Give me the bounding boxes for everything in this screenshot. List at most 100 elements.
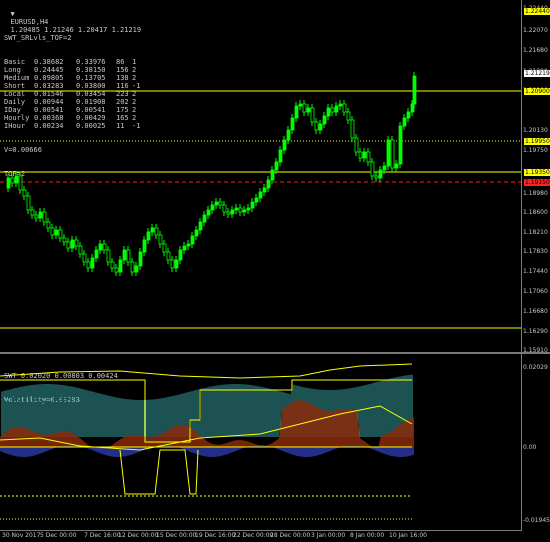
candle-body[interactable] — [214, 201, 219, 206]
candle-body[interactable] — [286, 129, 291, 141]
candle-body[interactable] — [266, 179, 271, 189]
candle-body[interactable] — [412, 75, 417, 105]
candle-body[interactable] — [78, 245, 83, 255]
candle-body[interactable] — [62, 237, 67, 243]
candle-body[interactable] — [106, 249, 111, 263]
candle-body[interactable] — [402, 117, 407, 127]
candle-body[interactable] — [58, 229, 63, 239]
candle-body[interactable] — [358, 151, 363, 159]
candle-body[interactable] — [306, 107, 311, 113]
candle-body[interactable] — [162, 243, 167, 253]
candle-body[interactable] — [362, 151, 367, 159]
candle-body[interactable] — [338, 103, 343, 107]
candle-body[interactable] — [210, 204, 215, 211]
candle-body[interactable] — [394, 163, 399, 169]
candle-body[interactable] — [366, 151, 371, 163]
candle-body[interactable] — [270, 169, 275, 181]
candle-body[interactable] — [330, 107, 335, 113]
candle-body[interactable] — [70, 239, 75, 249]
candle-body[interactable] — [334, 105, 339, 113]
candle-body[interactable] — [154, 227, 159, 236]
candle-body[interactable] — [42, 211, 47, 223]
candle-body[interactable] — [298, 103, 303, 107]
candle-body[interactable] — [10, 177, 15, 184]
candle-body[interactable] — [146, 231, 151, 241]
candle-body[interactable] — [262, 187, 267, 193]
candle-body[interactable] — [46, 221, 51, 229]
candle-body[interactable] — [378, 169, 383, 179]
candle-body[interactable] — [14, 175, 19, 184]
candle-body[interactable] — [142, 239, 147, 253]
candle-body[interactable] — [38, 211, 43, 219]
candle-body[interactable] — [122, 249, 127, 261]
candle-body[interactable] — [314, 121, 319, 131]
candle-body[interactable] — [138, 251, 143, 267]
candle-body[interactable] — [186, 243, 191, 247]
candle-body[interactable] — [98, 243, 103, 251]
candle-body[interactable] — [238, 207, 243, 213]
candle-body[interactable] — [350, 119, 355, 139]
candle-body[interactable] — [206, 209, 211, 216]
candle-body[interactable] — [190, 235, 195, 245]
candle-body[interactable] — [26, 195, 31, 211]
candle-body[interactable] — [382, 165, 387, 171]
candle-body[interactable] — [74, 239, 79, 247]
candle-body[interactable] — [302, 103, 307, 113]
candle-body[interactable] — [310, 107, 315, 123]
candle-body[interactable] — [390, 139, 395, 169]
candle-body[interactable] — [370, 161, 375, 177]
candle-body[interactable] — [178, 249, 183, 261]
candle-body[interactable] — [242, 209, 247, 213]
candle-body[interactable] — [130, 261, 135, 273]
candle-body[interactable] — [222, 204, 227, 213]
candle-body[interactable] — [258, 191, 263, 199]
price-chart[interactable] — [0, 0, 521, 352]
candle-body[interactable] — [374, 175, 379, 179]
candle-body[interactable] — [82, 253, 87, 263]
candle-body[interactable] — [50, 227, 55, 236]
candle-body[interactable] — [318, 123, 323, 131]
candle-body[interactable] — [246, 207, 251, 211]
candle-body[interactable] — [218, 201, 223, 206]
candle-body[interactable] — [170, 259, 175, 269]
candle-body[interactable] — [118, 259, 123, 273]
candle-body[interactable] — [322, 115, 327, 125]
candle-body[interactable] — [226, 211, 231, 215]
candle-body[interactable] — [282, 139, 287, 151]
candle-body[interactable] — [22, 189, 27, 197]
candle-body[interactable] — [166, 251, 171, 261]
candle-body[interactable] — [290, 117, 295, 131]
candle-body[interactable] — [406, 111, 411, 119]
candle-body[interactable] — [110, 261, 115, 269]
candle-body[interactable] — [90, 257, 95, 269]
candle-body[interactable] — [126, 249, 131, 263]
candle-body[interactable] — [354, 137, 359, 153]
candle-body[interactable] — [250, 201, 255, 209]
candle-body[interactable] — [94, 249, 99, 259]
candle-body[interactable] — [114, 267, 119, 273]
candle-body[interactable] — [86, 261, 91, 269]
candle-body[interactable] — [66, 241, 71, 249]
candle-body[interactable] — [150, 227, 155, 233]
candle-body[interactable] — [6, 177, 11, 189]
candle-body[interactable] — [398, 125, 403, 165]
candle-body[interactable] — [182, 245, 187, 251]
candle-body[interactable] — [134, 265, 139, 273]
candle-body[interactable] — [234, 207, 239, 211]
indicator-chart[interactable] — [0, 354, 521, 530]
candle-body[interactable] — [54, 229, 59, 236]
candle-body[interactable] — [102, 243, 107, 251]
candle-body[interactable] — [342, 103, 347, 113]
candle-body[interactable] — [174, 259, 179, 269]
candle-body[interactable] — [18, 175, 23, 191]
candle-body[interactable] — [230, 209, 235, 215]
candle-body[interactable] — [30, 209, 35, 216]
candle-body[interactable] — [274, 161, 279, 171]
candle-body[interactable] — [34, 214, 39, 219]
candle-body[interactable] — [386, 139, 391, 167]
candle-body[interactable] — [198, 221, 203, 231]
candle-body[interactable] — [278, 149, 283, 163]
candle-body[interactable] — [202, 214, 207, 223]
candle-body[interactable] — [194, 229, 199, 237]
candle-body[interactable] — [158, 234, 163, 245]
